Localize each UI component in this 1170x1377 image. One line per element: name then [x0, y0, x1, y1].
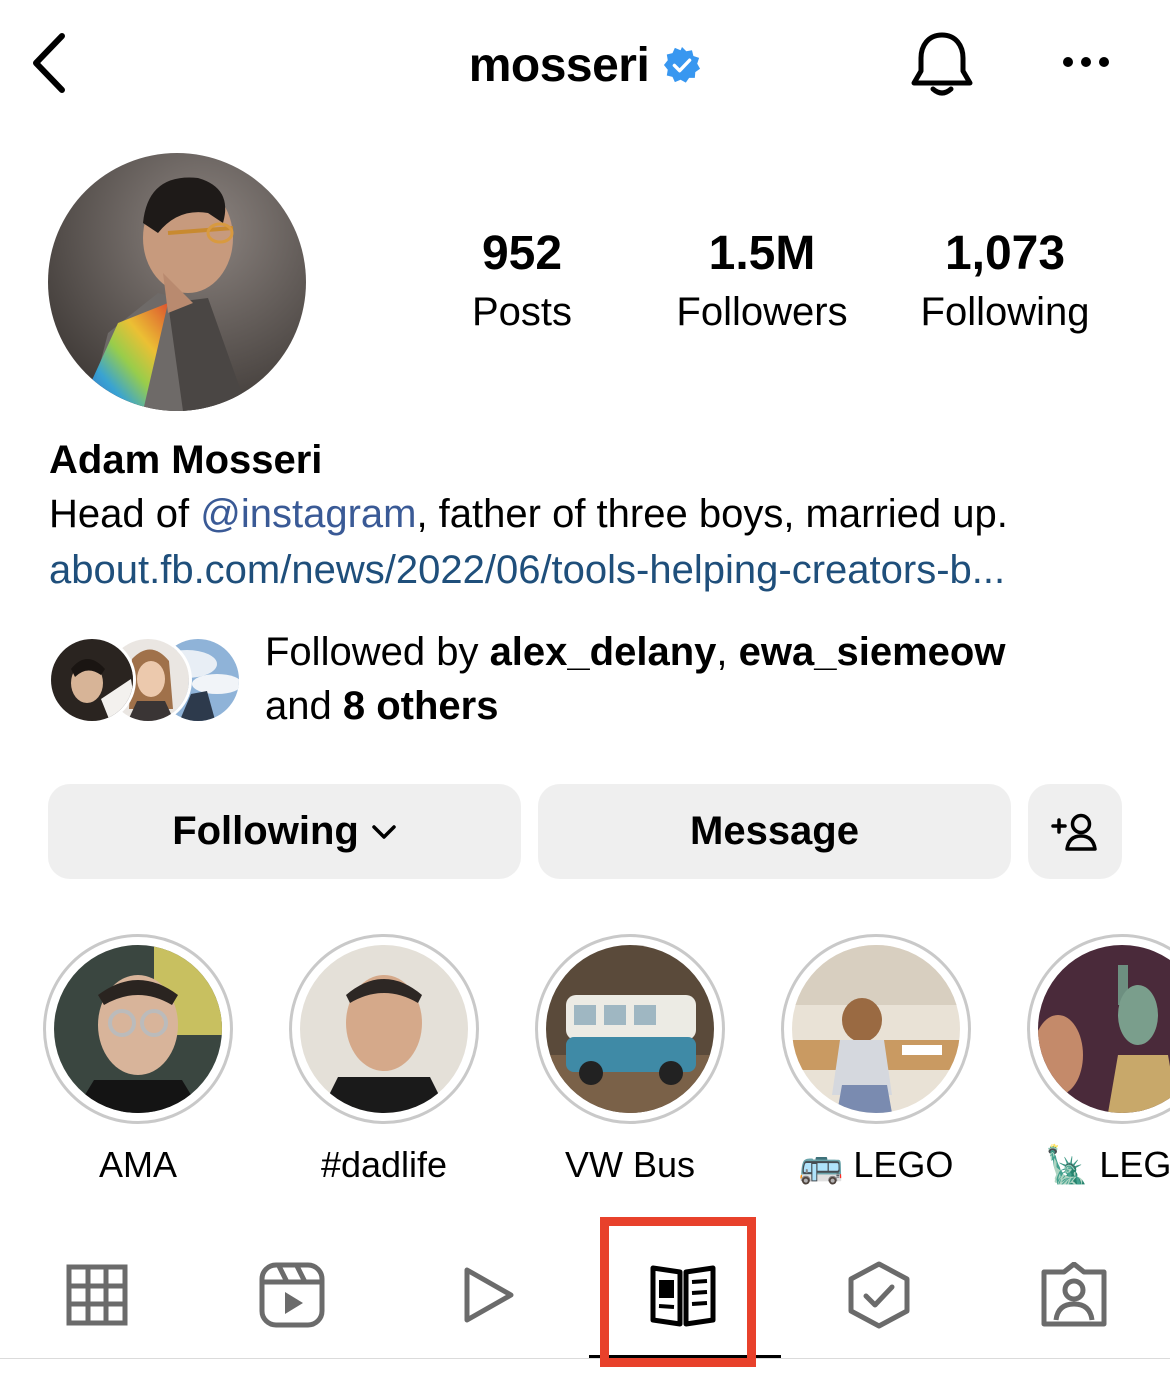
highlight-label: VW Bus [564, 1144, 696, 1185]
full-name: Adam Mosseri [49, 438, 323, 482]
followed-by-prefix: Followed by [265, 630, 490, 674]
profile-avatar[interactable] [48, 153, 306, 411]
bio-suffix: , father of three boys, married up. [416, 492, 1008, 536]
tab-videos[interactable] [393, 1230, 583, 1360]
following-label: Following [920, 290, 1090, 334]
followers-count: 1.5M [708, 227, 816, 280]
bio-external-link[interactable]: about.fb.com/news/2022/06/tools-helping-… [49, 542, 1139, 598]
verified-check-icon [848, 1261, 910, 1329]
mutual-user-1: alex_delany [489, 630, 717, 674]
more-horizontal-icon [1063, 57, 1109, 67]
highlight-label: 🚌 LEGO [798, 1144, 954, 1185]
suggest-users-button[interactable] [1028, 784, 1122, 879]
highlight-ring [1027, 934, 1170, 1124]
followers-label: Followers [676, 290, 848, 334]
followed-by-text[interactable]: Followed by alex_delany, ewa_siemeow and … [265, 625, 1155, 733]
highlight-item[interactable]: #dadlife [284, 930, 484, 1188]
tab-collabs[interactable] [784, 1230, 974, 1360]
following-count: 1,073 [944, 227, 1066, 280]
posts-label: Posts [471, 290, 573, 334]
followed-by-and: and [265, 684, 343, 728]
profile-username: mosseri [468, 38, 650, 92]
highlight-label: #dadlife [320, 1144, 448, 1185]
following-stat[interactable]: 1,073 Following [905, 222, 1105, 338]
mutual-user-2: ewa_siemeow [738, 630, 1006, 674]
title-bar: mosseri [0, 30, 1170, 100]
profile-stats: 952 Posts 1.5M Followers 1,073 Following [400, 222, 1170, 342]
tab-posts-grid[interactable] [2, 1230, 192, 1360]
message-button-label: Message [690, 809, 859, 853]
tab-reels[interactable] [197, 1230, 387, 1360]
chevron-down-icon [372, 824, 396, 839]
highlight-item[interactable]: AMA [38, 930, 238, 1188]
bio-mention-link[interactable]: @instagram [200, 492, 416, 536]
highlight-label: AMA [98, 1144, 177, 1185]
tab-tagged[interactable] [979, 1230, 1169, 1360]
add-user-icon [1051, 813, 1097, 851]
highlight-cover [300, 945, 468, 1113]
bell-icon [911, 32, 973, 96]
reels-icon [259, 1262, 325, 1328]
profile-header: mosseri [0, 0, 1170, 130]
highlight-cover [54, 945, 222, 1113]
profile-tabs [0, 1230, 1170, 1360]
story-highlights: AMA #dadlife VW Bus 🚌 LEGO 🗽 LEG [0, 930, 1170, 1190]
mutual-followers-avatars[interactable] [48, 636, 248, 724]
message-button[interactable]: Message [538, 784, 1011, 879]
highlight-cover [792, 945, 960, 1113]
followed-by-separator: , [716, 630, 739, 674]
grid-icon [66, 1264, 128, 1326]
posts-stat[interactable]: 952 Posts [448, 222, 596, 338]
highlight-item[interactable]: 🗽 LEGO [1022, 930, 1170, 1188]
annotation-highlight-box [600, 1217, 756, 1367]
mutual-avatar [48, 636, 136, 724]
following-button-label: Following [172, 809, 359, 853]
play-icon [464, 1267, 514, 1323]
highlight-ring [289, 934, 479, 1124]
following-dropdown-button[interactable]: Following [48, 784, 521, 879]
profile-bio: Adam Mosseri Head of @instagram, father … [49, 434, 1139, 598]
highlight-ring [535, 934, 725, 1124]
highlight-item[interactable]: VW Bus [530, 930, 730, 1188]
tabs-divider [0, 1358, 1170, 1359]
mutual-others-count: 8 others [342, 684, 499, 728]
tagged-icon [1041, 1262, 1107, 1327]
bio-prefix: Head of [49, 492, 201, 536]
followers-stat[interactable]: 1.5M Followers [662, 222, 862, 338]
verified-badge-icon [663, 46, 701, 84]
highlight-ring [781, 934, 971, 1124]
posts-count: 952 [481, 227, 563, 280]
highlight-item[interactable]: 🚌 LEGO [776, 930, 976, 1188]
bio-text: Head of @instagram, father of three boys… [49, 486, 1139, 542]
highlight-label: 🗽 LEGO [1044, 1144, 1170, 1185]
highlight-cover [1038, 945, 1170, 1113]
highlight-ring [43, 934, 233, 1124]
notifications-button[interactable] [906, 28, 978, 100]
more-options-button[interactable] [1050, 36, 1122, 88]
highlight-cover [546, 945, 714, 1113]
